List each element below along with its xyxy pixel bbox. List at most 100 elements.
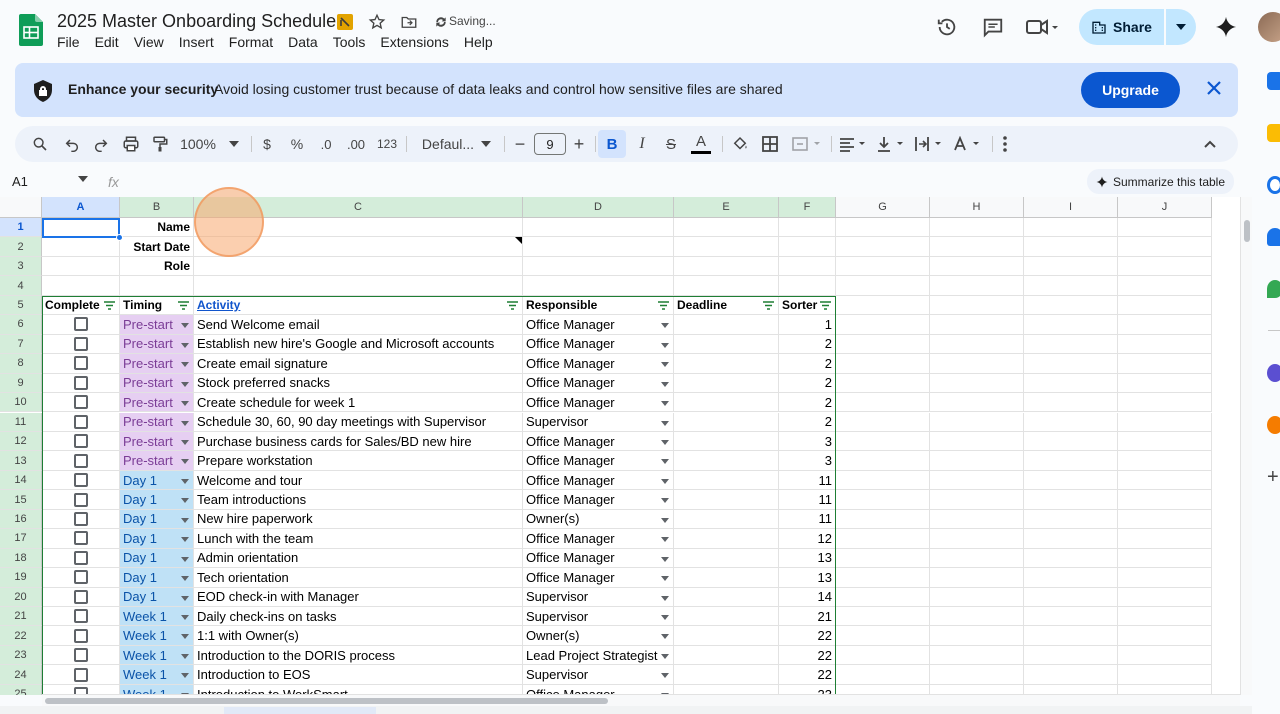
- cell[interactable]: [1118, 354, 1212, 374]
- cell[interactable]: [930, 431, 1024, 452]
- cell[interactable]: [779, 237, 836, 257]
- sorter-cell[interactable]: 11: [779, 470, 836, 491]
- share-button[interactable]: Share: [1079, 9, 1164, 45]
- complete-checkbox[interactable]: [73, 317, 88, 332]
- cell[interactable]: [674, 315, 779, 335]
- horizontal-align-icon[interactable]: [837, 126, 869, 162]
- timing-chip[interactable]: Pre-start: [120, 373, 194, 394]
- dropdown-caret-icon[interactable]: [181, 615, 189, 620]
- cell[interactable]: [836, 393, 930, 413]
- filter-icon[interactable]: [507, 300, 518, 310]
- responsible-dropdown[interactable]: Supervisor: [523, 587, 674, 607]
- decrease-decimal-button[interactable]: .0: [315, 126, 337, 162]
- row-header[interactable]: 13: [0, 451, 42, 471]
- cell[interactable]: [930, 276, 1024, 296]
- cell[interactable]: [1024, 334, 1118, 355]
- complete-checkbox[interactable]: [73, 414, 88, 429]
- complete-checkbox-cell[interactable]: [42, 431, 120, 452]
- cell[interactable]: [1118, 315, 1212, 335]
- table-header-cell[interactable]: Timing: [120, 295, 194, 316]
- row-header[interactable]: 2: [0, 237, 42, 257]
- cell[interactable]: [1118, 276, 1212, 296]
- complete-checkbox-cell[interactable]: [42, 393, 120, 413]
- complete-checkbox[interactable]: [73, 570, 88, 585]
- font-family-select[interactable]: Defaul...: [418, 126, 478, 162]
- dropdown-caret-icon[interactable]: [661, 381, 669, 387]
- cell[interactable]: [674, 470, 779, 491]
- cell[interactable]: [930, 256, 1024, 277]
- menu-help[interactable]: Help: [464, 34, 500, 50]
- timing-chip[interactable]: Day 1: [120, 548, 194, 569]
- row-header[interactable]: 23: [0, 645, 42, 666]
- row-header[interactable]: 19: [0, 568, 42, 588]
- menu-edit[interactable]: Edit: [95, 34, 126, 50]
- row-header[interactable]: 9: [0, 373, 42, 394]
- sorter-cell[interactable]: 22: [779, 665, 836, 685]
- dropdown-caret-icon[interactable]: [181, 653, 189, 659]
- complete-checkbox-cell[interactable]: [42, 665, 120, 685]
- cell[interactable]: [1024, 431, 1118, 452]
- row-header[interactable]: 18: [0, 548, 42, 569]
- cell[interactable]: [930, 412, 1024, 432]
- row-header[interactable]: 22: [0, 626, 42, 646]
- cell[interactable]: [194, 218, 523, 238]
- maps-icon[interactable]: [1267, 280, 1280, 298]
- dropdown-caret-icon[interactable]: [661, 634, 669, 640]
- cell[interactable]: [1024, 315, 1118, 335]
- cell[interactable]: [1024, 509, 1118, 530]
- cell[interactable]: [930, 529, 1024, 549]
- cell[interactable]: [1118, 587, 1212, 607]
- column-header[interactable]: H: [930, 197, 1024, 218]
- cell[interactable]: [1118, 451, 1212, 471]
- cell[interactable]: [1118, 568, 1212, 588]
- timing-chip[interactable]: Pre-start: [120, 334, 194, 355]
- responsible-dropdown[interactable]: Supervisor: [523, 665, 674, 685]
- responsible-dropdown[interactable]: Office Manager: [523, 354, 674, 374]
- text-color-button[interactable]: A: [690, 126, 712, 162]
- filter-icon[interactable]: [658, 300, 669, 310]
- dropdown-caret-icon[interactable]: [181, 420, 189, 426]
- cell[interactable]: [836, 490, 930, 510]
- menu-data[interactable]: Data: [288, 34, 325, 50]
- dropdown-caret-icon[interactable]: [181, 381, 189, 387]
- menu-file[interactable]: File: [57, 34, 87, 50]
- cell[interactable]: [674, 607, 779, 627]
- undo-icon[interactable]: [61, 126, 83, 162]
- cell[interactable]: [1024, 470, 1118, 491]
- cell[interactable]: [1118, 607, 1212, 627]
- cell[interactable]: [194, 237, 523, 257]
- dropdown-caret-icon[interactable]: [181, 634, 189, 640]
- responsible-dropdown[interactable]: Office Manager: [523, 431, 674, 452]
- cell[interactable]: [42, 237, 120, 257]
- cell[interactable]: [930, 373, 1024, 394]
- activity-cell[interactable]: Prepare workstation: [194, 451, 523, 471]
- cell[interactable]: [1024, 529, 1118, 549]
- responsible-dropdown[interactable]: Office Manager: [523, 393, 674, 413]
- comment-indicator[interactable]: [515, 237, 522, 244]
- gemini-icon[interactable]: [1208, 9, 1244, 45]
- cell[interactable]: [836, 412, 930, 432]
- activity-cell[interactable]: Tech orientation: [194, 568, 523, 588]
- dropdown-caret-icon[interactable]: [661, 615, 669, 620]
- addon-icon[interactable]: [1267, 416, 1280, 434]
- contacts-icon[interactable]: [1267, 228, 1280, 246]
- row-header[interactable]: 17: [0, 529, 42, 549]
- complete-checkbox-cell[interactable]: [42, 354, 120, 374]
- vertical-align-icon[interactable]: [875, 126, 907, 162]
- cell[interactable]: [836, 626, 930, 646]
- complete-checkbox[interactable]: [73, 667, 88, 682]
- cell[interactable]: [1024, 412, 1118, 432]
- dropdown-caret-icon[interactable]: [661, 478, 669, 484]
- activity-cell[interactable]: Lunch with the team: [194, 529, 523, 549]
- cell[interactable]: [836, 470, 930, 491]
- complete-checkbox-cell[interactable]: [42, 412, 120, 432]
- sorter-cell[interactable]: 11: [779, 490, 836, 510]
- column-header[interactable]: I: [1024, 197, 1118, 218]
- cell[interactable]: [674, 568, 779, 588]
- row-header[interactable]: 11: [0, 412, 42, 432]
- sorter-cell[interactable]: 13: [779, 568, 836, 588]
- tasks-icon[interactable]: [1267, 176, 1280, 194]
- cell[interactable]: [674, 276, 779, 296]
- fill-handle[interactable]: [116, 234, 123, 241]
- keep-icon[interactable]: [1267, 124, 1280, 142]
